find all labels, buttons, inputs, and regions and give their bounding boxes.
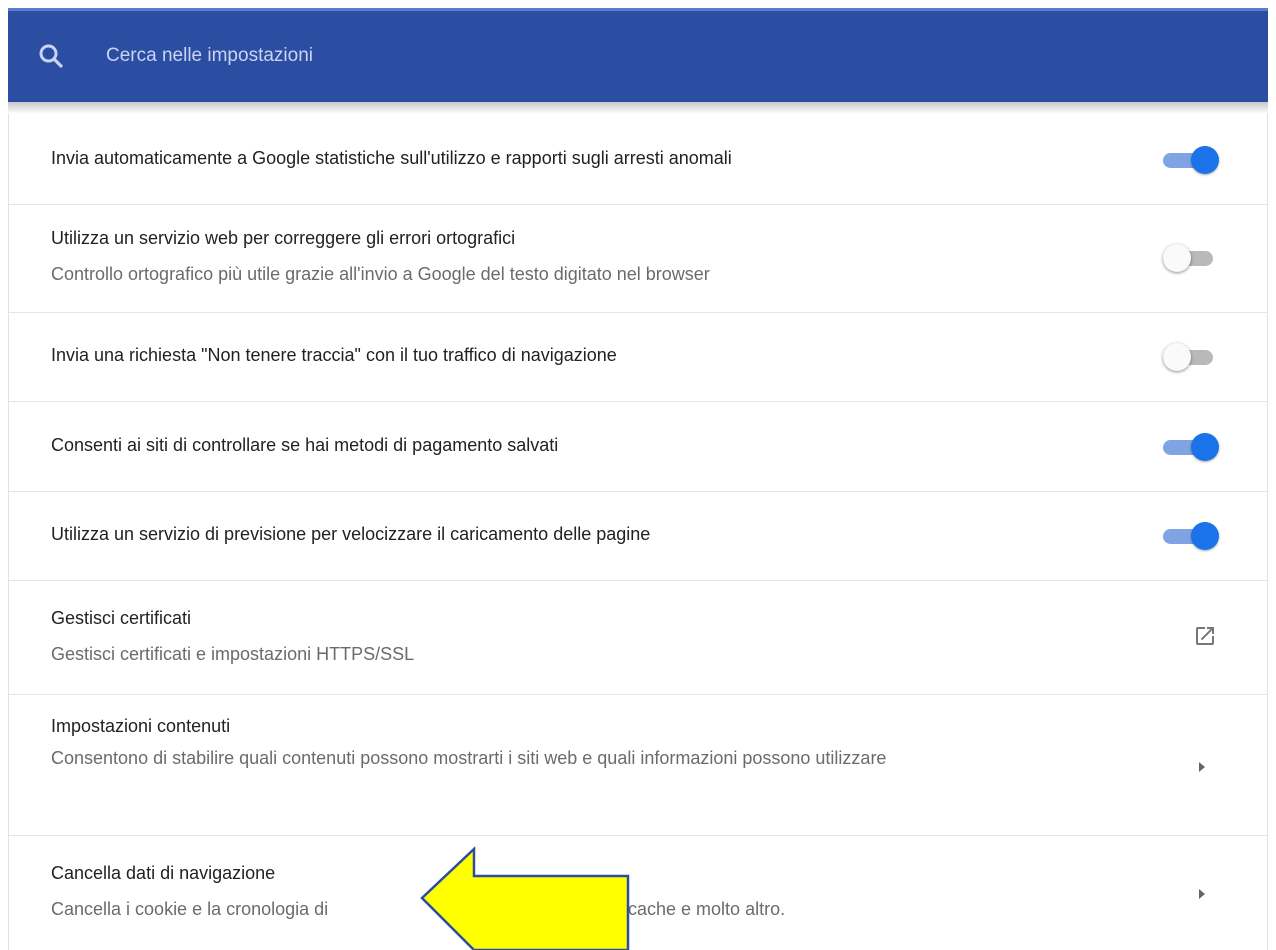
header-shadow [8,102,1268,114]
payment-methods-toggle[interactable] [1163,432,1219,462]
setting-subtitle: Gestisci certificati e impostazioni HTTP… [51,644,415,664]
external-link-icon[interactable] [1193,624,1217,648]
chevron-right-icon[interactable] [1197,887,1207,901]
setting-title: Utilizza un servizio di previsione per v… [51,524,651,544]
setting-row-manage-certificates[interactable]: Gestisci certificati Gestisci certificat… [9,580,1267,695]
setting-title: Invia una richiesta "Non tenere traccia"… [51,345,617,365]
setting-title: Cancella dati di navigazione [51,863,276,883]
setting-subtitle: Controllo ortografico più utile grazie a… [51,264,710,284]
settings-panel: Invia automaticamente a Google statistic… [8,114,1268,950]
chevron-right-icon[interactable] [1197,760,1207,774]
setting-title: Impostazioni contenuti [51,716,231,736]
toggle-knob [1191,522,1219,550]
setting-subtitle: Consentono di stabilire quali contenuti … [51,748,887,768]
setting-title: Utilizza un servizio web per correggere … [51,228,516,248]
yellow-arrow-annotation [420,846,630,950]
prediction-service-toggle[interactable] [1163,521,1219,551]
search-input[interactable]: Cerca nelle impostazioni [106,41,313,71]
setting-title: Invia automaticamente a Google statistic… [51,148,732,168]
setting-row-do-not-track[interactable]: Invia una richiesta "Non tenere traccia"… [9,312,1267,402]
settings-search-bar[interactable]: Cerca nelle impostazioni [8,8,1268,102]
setting-title: Gestisci certificati [51,608,192,628]
toggle-knob [1163,244,1191,272]
do-not-track-toggle[interactable] [1163,342,1219,372]
usage-stats-toggle[interactable] [1163,145,1219,175]
setting-row-content-settings[interactable]: Impostazioni contenuti Consentono di sta… [9,694,1267,836]
spellcheck-toggle[interactable] [1163,243,1219,273]
setting-row-usage-stats[interactable]: Invia automaticamente a Google statistic… [9,114,1267,205]
search-icon[interactable] [36,41,66,71]
setting-row-spellcheck[interactable]: Utilizza un servizio web per correggere … [9,204,1267,313]
setting-title: Consenti ai siti di controllare se hai m… [51,435,559,455]
setting-subtitle-start: Cancella i cookie e la cronologia di [51,899,329,919]
toggle-knob [1163,343,1191,371]
toggle-knob [1191,146,1219,174]
setting-row-payment-methods[interactable]: Consenti ai siti di controllare se hai m… [9,401,1267,492]
toggle-knob [1191,433,1219,461]
setting-row-prediction-service[interactable]: Utilizza un servizio di previsione per v… [9,491,1267,581]
